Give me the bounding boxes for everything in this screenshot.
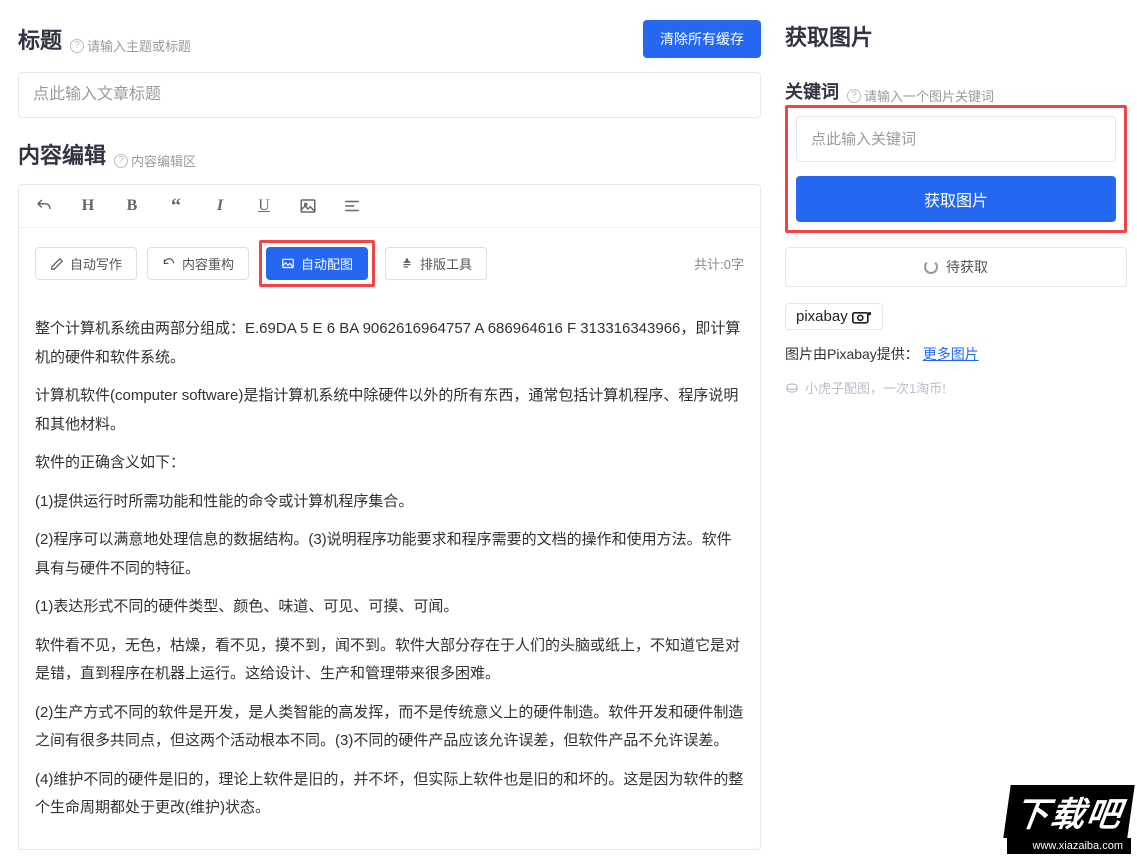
- question-icon: ?: [70, 39, 84, 53]
- paragraph: 软件的正确含义如下：: [35, 449, 744, 478]
- watermark: 下载吧 www.xiazaiba.com: [1007, 785, 1131, 854]
- paragraph: 软件看不见，无色，枯燥，看不见，摸不到，闻不到。软件大部分存在于人们的头脑或纸上…: [35, 632, 744, 689]
- provider-text: 图片由Pixabay提供：: [785, 346, 919, 362]
- auto-image-label: 自动配图: [301, 254, 353, 273]
- editor-box: H B “ I U 自动写作 内容重构: [18, 184, 761, 850]
- keyword-panel-highlight: 获取图片: [785, 105, 1127, 233]
- editor-header: 内容编辑 ? 内容编辑区: [18, 138, 761, 170]
- more-images-link[interactable]: 更多图片: [923, 346, 979, 362]
- keyword-hint-text: 请输入一个图片关键词: [864, 86, 994, 105]
- char-count: 共计:0字: [694, 254, 744, 273]
- paragraph: (1)提供运行时所需功能和性能的命令或计算机程序集合。: [35, 488, 744, 517]
- action-toolbar: 自动写作 内容重构 自动配图 排版工具 共计:0字: [19, 228, 760, 299]
- pixabay-text: pixabay: [796, 308, 848, 325]
- heading-icon[interactable]: H: [79, 197, 97, 215]
- auto-image-button[interactable]: 自动配图: [266, 247, 368, 280]
- provider-line: 图片由Pixabay提供： 更多图片: [785, 344, 1127, 364]
- align-left-icon[interactable]: [343, 197, 361, 215]
- spinner-icon: [924, 260, 938, 274]
- quote-icon[interactable]: “: [167, 197, 185, 215]
- watermark-small: www.xiazaiba.com: [1007, 838, 1131, 854]
- keyword-input[interactable]: [796, 116, 1116, 162]
- coin-icon: [785, 381, 799, 395]
- paragraph: (2)生产方式不同的软件是开发，是人类智能的高发挥，而不是传统意义上的硬件制造。…: [35, 699, 744, 756]
- paragraph: (2)程序可以满意地处理信息的数据结构。(3)说明程序功能要求和程序需要的文档的…: [35, 526, 744, 583]
- italic-icon[interactable]: I: [211, 197, 229, 215]
- editor-hint: ? 内容编辑区: [114, 151, 196, 170]
- layout-tool-label: 排版工具: [420, 254, 472, 273]
- sidebar: 获取图片 关键词 ? 请输入一个图片关键词 获取图片 待获取 pixabay 图…: [779, 0, 1137, 860]
- title-hint: ? 请输入主题或标题: [70, 36, 191, 55]
- underline-icon[interactable]: U: [255, 197, 273, 215]
- layout-tool-button[interactable]: 排版工具: [385, 247, 487, 280]
- bold-icon[interactable]: B: [123, 197, 141, 215]
- paragraph: (1)表达形式不同的硬件类型、颜色、味道、可见、可摸、可闻。: [35, 593, 744, 622]
- clear-cache-button[interactable]: 清除所有缓存: [643, 20, 761, 58]
- article-title-input[interactable]: [18, 72, 761, 118]
- camera-icon: [852, 310, 872, 324]
- question-icon: ?: [114, 154, 128, 168]
- coin-text: 小虎子配图，一次1淘币!: [805, 378, 946, 397]
- main-column: 标题 ? 请输入主题或标题 清除所有缓存 内容编辑 ? 内容编辑区 H: [0, 0, 779, 860]
- content-rebuild-button[interactable]: 内容重构: [147, 247, 249, 280]
- auto-image-highlight: 自动配图: [259, 240, 375, 287]
- pixabay-badge: pixabay: [785, 303, 883, 330]
- paragraph: (4)维护不同的硬件是旧的，理论上软件是旧的，并不坏，但实际上软件也是旧的和坏的…: [35, 766, 744, 823]
- keyword-hint: ? 请输入一个图片关键词: [847, 86, 994, 105]
- title-header: 标题 ? 请输入主题或标题 清除所有缓存: [18, 20, 761, 58]
- keyword-label: 关键词: [785, 78, 839, 104]
- paragraph: 整个计算机系统由两部分组成：E.69DA 5 E 6 BA 9062616964…: [35, 315, 744, 372]
- auto-write-label: 自动写作: [70, 254, 122, 273]
- editor-section-label: 内容编辑: [18, 138, 106, 170]
- content-rebuild-label: 内容重构: [182, 254, 234, 273]
- title-hint-text: 请输入主题或标题: [87, 36, 191, 55]
- get-image-button[interactable]: 获取图片: [796, 176, 1116, 222]
- title-label: 标题: [18, 23, 62, 55]
- image-icon[interactable]: [299, 197, 317, 215]
- watermark-big: 下载吧: [1003, 785, 1134, 838]
- editor-content[interactable]: 整个计算机系统由两部分组成：E.69DA 5 E 6 BA 9062616964…: [19, 299, 760, 849]
- undo-icon[interactable]: [35, 197, 53, 215]
- paragraph: 计算机软件(computer software)是指计算机系统中除硬件以外的所有…: [35, 382, 744, 439]
- editor-hint-text: 内容编辑区: [131, 151, 196, 170]
- question-icon: ?: [847, 89, 861, 103]
- format-toolbar: H B “ I U: [19, 185, 760, 228]
- pending-label: 待获取: [946, 257, 988, 277]
- coin-line: 小虎子配图，一次1淘币!: [785, 378, 1127, 397]
- get-image-title: 获取图片: [785, 20, 1127, 52]
- pending-button[interactable]: 待获取: [785, 247, 1127, 287]
- auto-write-button[interactable]: 自动写作: [35, 247, 137, 280]
